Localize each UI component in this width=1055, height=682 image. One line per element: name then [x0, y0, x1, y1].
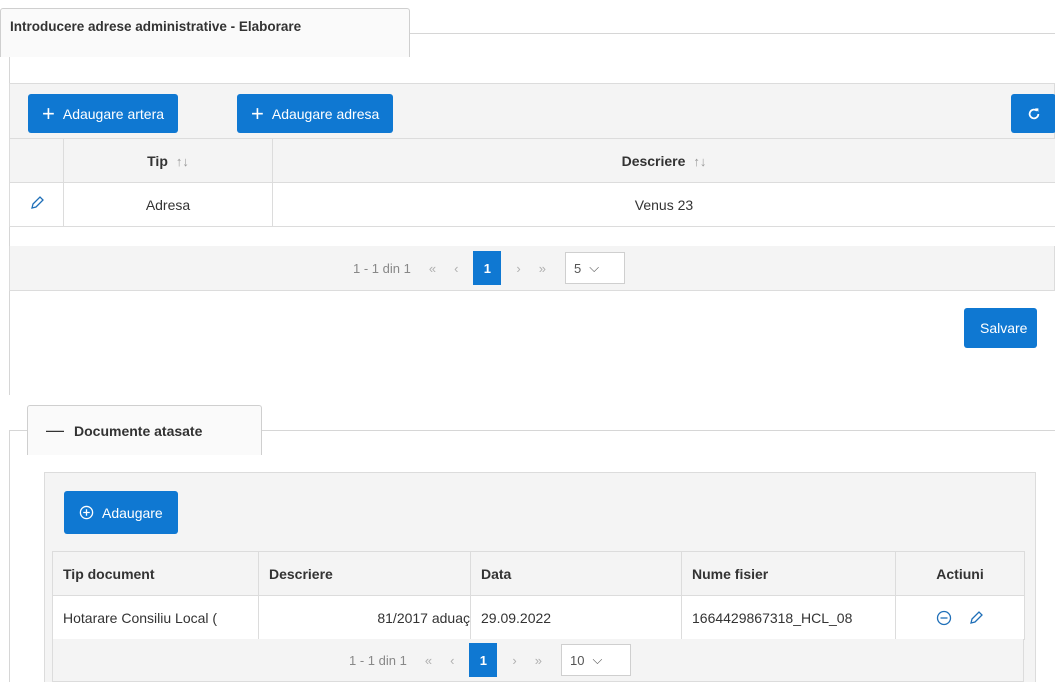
address-toolbar: + Adaugare artera + Adaugare adresa [9, 83, 1055, 138]
column-header-descriere[interactable]: Descriere ↑↓ [272, 138, 1055, 183]
first-page-icon[interactable]: « [429, 261, 436, 276]
add-document-button[interactable]: Adaugare [64, 491, 178, 534]
save-label: Salvare [980, 320, 1028, 336]
cell-descriere: Venus 23 [272, 182, 1055, 227]
chevron-down-icon: ⌵ [592, 652, 603, 667]
next-page-icon[interactable]: › [516, 261, 520, 276]
first-page-icon[interactable]: « [425, 653, 432, 668]
page-size-value: 5 [573, 260, 582, 276]
column-header-actiuni: Actiuni [895, 551, 1025, 596]
panel-title-tab: Introducere adrese administrative - Elab… [0, 8, 410, 57]
edit-column-header [9, 138, 64, 183]
add-adresa-button[interactable]: + Adaugare adresa [237, 94, 394, 133]
pager-summary: 1 - 1 din 1 [353, 260, 411, 276]
add-adresa-label: Adaugare adresa [271, 105, 380, 122]
column-header-label: Descriere [621, 152, 686, 169]
cell-actiuni [895, 595, 1025, 640]
cell-tip-document: Hotarare Consiliu Local ( [52, 595, 259, 640]
sort-icon[interactable]: ↑↓ [176, 154, 189, 169]
table-row: Hotarare Consiliu Local ( 81/2017 aduaç … [52, 595, 1025, 640]
cell-data: 29.09.2022 [470, 595, 682, 640]
refresh-button[interactable] [1011, 94, 1055, 133]
panel-divider [410, 33, 1055, 34]
prev-page-icon[interactable]: ‹ [450, 653, 454, 668]
column-header-tip-document[interactable]: Tip document [52, 551, 259, 596]
column-header-data[interactable]: Data [470, 551, 682, 596]
sort-icon[interactable]: ↑↓ [693, 154, 706, 169]
panel-title: Introducere adrese administrative - Elab… [10, 19, 302, 34]
column-header-descriere[interactable]: Descriere [258, 551, 471, 596]
page-button-current[interactable]: 1 [469, 643, 498, 677]
last-page-icon[interactable]: » [535, 653, 542, 668]
chevron-down-icon: ⌵ [589, 260, 600, 275]
plus-icon: + [42, 100, 55, 126]
last-page-icon[interactable]: » [539, 261, 546, 276]
pencil-icon[interactable] [29, 195, 45, 211]
column-header-nume-fisier[interactable]: Nume fisier [681, 551, 896, 596]
plus-circle-icon [79, 505, 94, 520]
edit-cell [9, 182, 64, 227]
next-page-icon[interactable]: › [512, 653, 516, 668]
add-artera-button[interactable]: + Adaugare artera [28, 94, 179, 133]
section-divider [262, 430, 1055, 431]
table-row: Adresa Venus 23 [9, 182, 1055, 227]
section-title: Documente atasate [74, 422, 203, 439]
documents-pager: 1 - 1 din 1 « ‹ 1 › » 10 ⌵ [52, 639, 1024, 682]
save-button[interactable]: Salvare [964, 308, 1038, 348]
page-button-current[interactable]: 1 [473, 251, 502, 285]
pencil-icon[interactable] [968, 610, 984, 626]
table-header-row: Tip ↑↓ Descriere ↑↓ [9, 138, 1055, 183]
page-size-value: 10 [569, 652, 585, 668]
remove-circle-icon[interactable] [936, 610, 952, 626]
documents-table: Tip document Descriere Data Nume fisier … [52, 551, 1025, 640]
add-document-label: Adaugare [102, 504, 163, 521]
section-border [9, 430, 10, 682]
cell-tip: Adresa [63, 182, 273, 227]
address-table: Tip ↑↓ Descriere ↑↓ Adresa Venus 23 [9, 138, 1055, 227]
page-size-select[interactable]: 5 ⌵ [564, 252, 625, 284]
column-header-label: Tip [147, 152, 168, 169]
add-artera-label: Adaugare artera [62, 105, 165, 122]
column-header-tip[interactable]: Tip ↑↓ [63, 138, 273, 183]
plus-icon: + [251, 100, 264, 126]
section-border-top-left [9, 430, 27, 431]
documents-section-toggle[interactable]: — Documente atasate [27, 405, 262, 455]
cell-descriere: 81/2017 aduaç [258, 595, 471, 640]
pager-summary: 1 - 1 din 1 [349, 652, 407, 668]
collapse-minus-icon[interactable]: — [46, 420, 64, 441]
prev-page-icon[interactable]: ‹ [454, 261, 458, 276]
page-size-select[interactable]: 10 ⌵ [560, 644, 631, 676]
table-header-row: Tip document Descriere Data Nume fisier … [52, 551, 1025, 596]
refresh-icon [1028, 107, 1039, 119]
cell-nume-fisier: 1664429867318_HCL_08 [681, 595, 896, 640]
address-pager: 1 - 1 din 1 « ‹ 1 › » 5 ⌵ [9, 246, 1055, 291]
